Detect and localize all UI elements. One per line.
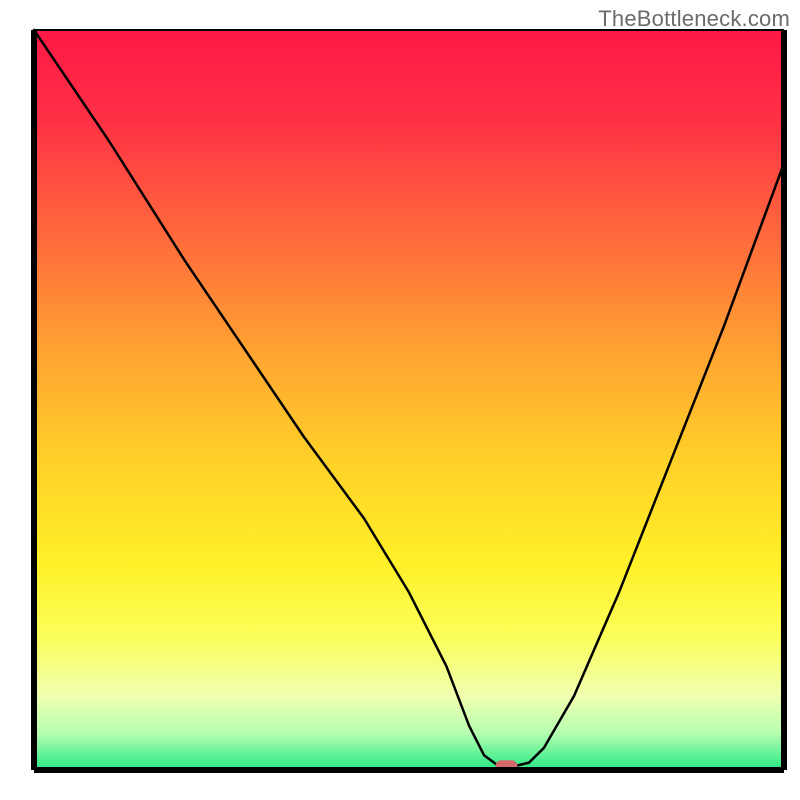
- plot-background: [34, 30, 784, 770]
- bottleneck-chart: [0, 0, 800, 800]
- chart-container: TheBottleneck.com: [0, 0, 800, 800]
- watermark-text: TheBottleneck.com: [598, 6, 790, 32]
